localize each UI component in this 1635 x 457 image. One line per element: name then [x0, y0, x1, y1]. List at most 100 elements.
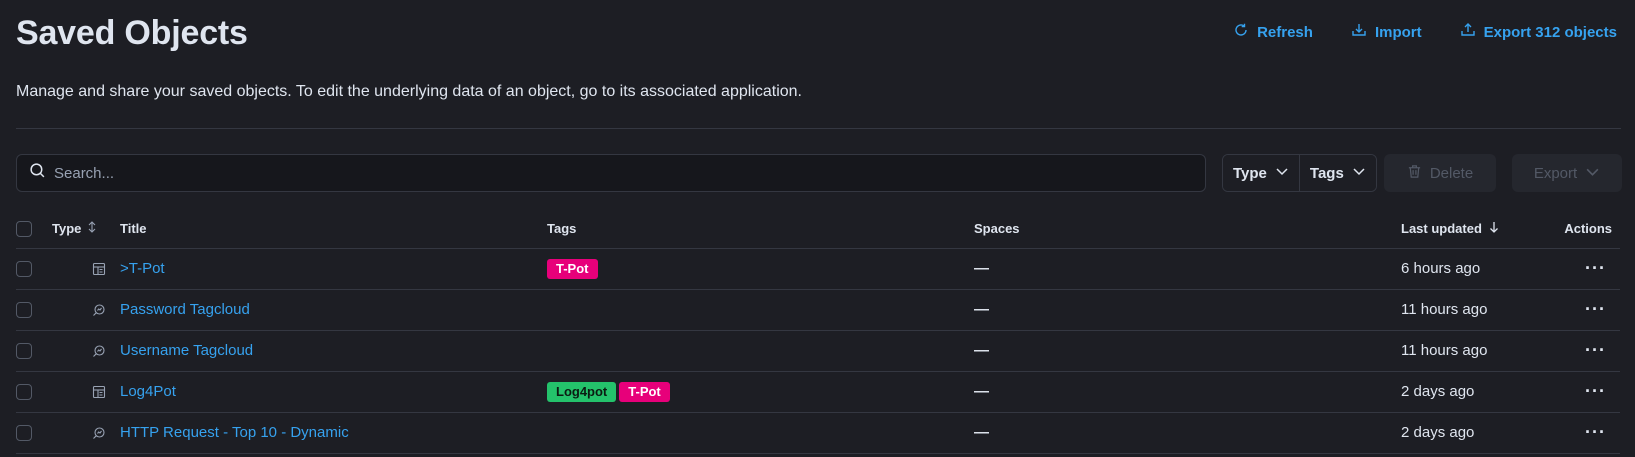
page-title: Saved Objects	[16, 14, 248, 52]
row-checkbox[interactable]	[16, 384, 32, 401]
trash-icon	[1407, 164, 1422, 183]
saved-objects-table: Type Title Tags Spaces Last updated Acti…	[16, 210, 1620, 454]
export-all-label: Export 312 objects	[1483, 23, 1617, 41]
row-checkbox[interactable]	[16, 302, 32, 319]
filter-group: Type Tags	[1222, 154, 1377, 192]
select-all-cell	[16, 210, 52, 249]
row-title-cell: >T-Pot	[120, 248, 547, 290]
search-icon	[29, 162, 46, 184]
row-spaces-cell: —	[974, 330, 1401, 372]
table-row: HTTP Request - Top 10 - Dynamic — 2 days…	[16, 412, 1620, 454]
row-select-cell	[16, 289, 52, 331]
spaces-column-header: Spaces	[974, 210, 1401, 249]
export-selected-label: Export	[1533, 164, 1578, 182]
export-icon	[1460, 22, 1476, 42]
search-input[interactable]	[54, 164, 1205, 182]
select-all-checkbox[interactable]	[16, 221, 32, 238]
type-filter-button[interactable]: Type	[1223, 155, 1299, 191]
dashboard-icon	[92, 262, 120, 276]
last-updated-value: 2 days ago	[1401, 424, 1475, 441]
tag-badge[interactable]: T-Pot	[619, 381, 670, 402]
more-actions-icon[interactable]: ···	[1585, 258, 1606, 278]
spaces-value: —	[974, 383, 989, 400]
refresh-icon	[1233, 22, 1249, 42]
row-updated-cell: 11 hours ago	[1401, 330, 1543, 372]
row-checkbox[interactable]	[16, 425, 32, 442]
object-title-link[interactable]: Password Tagcloud	[120, 301, 250, 318]
row-title-cell: Password Tagcloud	[120, 289, 547, 331]
row-tags-cell	[547, 289, 974, 331]
chevron-down-icon	[1585, 164, 1600, 183]
import-icon	[1351, 22, 1367, 42]
row-checkbox[interactable]	[16, 261, 32, 278]
table-row: >T-Pot T-Pot — 6 hours ago ···	[16, 248, 1620, 290]
row-actions-cell: ···	[1543, 248, 1620, 290]
row-select-cell	[16, 248, 52, 290]
visualization-icon	[92, 426, 120, 440]
type-filter-label: Type	[1233, 164, 1267, 182]
row-checkbox[interactable]	[16, 343, 32, 360]
dashboard-icon	[92, 385, 120, 399]
more-actions-icon[interactable]: ···	[1585, 422, 1606, 442]
search-box[interactable]	[16, 154, 1206, 192]
last-updated-column-header[interactable]: Last updated	[1401, 210, 1543, 249]
row-actions-cell: ···	[1543, 289, 1620, 331]
table-row: Password Tagcloud — 11 hours ago ···	[16, 289, 1620, 331]
title-column-header[interactable]: Title	[120, 210, 547, 249]
last-updated-value: 6 hours ago	[1401, 260, 1481, 277]
row-updated-cell: 2 days ago	[1401, 412, 1543, 454]
type-column-header[interactable]: Type	[52, 210, 120, 249]
object-title-link[interactable]: Log4Pot	[120, 383, 176, 400]
row-tags-cell	[547, 330, 974, 372]
row-type-cell	[52, 248, 120, 290]
chevron-down-icon	[1352, 164, 1366, 182]
more-actions-icon[interactable]: ···	[1585, 381, 1606, 401]
row-type-cell	[52, 412, 120, 454]
arrow-down-icon	[1488, 221, 1500, 236]
row-updated-cell: 6 hours ago	[1401, 248, 1543, 290]
row-title-cell: HTTP Request - Top 10 - Dynamic	[120, 412, 547, 454]
export-selected-button[interactable]: Export	[1512, 154, 1622, 192]
row-spaces-cell: —	[974, 248, 1401, 290]
row-title-cell: Username Tagcloud	[120, 330, 547, 372]
row-select-cell	[16, 371, 52, 413]
row-actions-cell: ···	[1543, 330, 1620, 372]
row-spaces-cell: —	[974, 412, 1401, 454]
import-button[interactable]: Import	[1351, 22, 1422, 42]
spaces-value: —	[974, 301, 989, 318]
last-updated-value: 11 hours ago	[1401, 342, 1488, 359]
spaces-value: —	[974, 260, 989, 277]
more-actions-icon[interactable]: ···	[1585, 340, 1606, 360]
row-type-cell	[52, 289, 120, 331]
object-title-link[interactable]: >T-Pot	[120, 260, 165, 277]
type-column-label: Type	[52, 221, 82, 237]
header-divider	[16, 128, 1621, 129]
visualization-icon	[92, 344, 120, 358]
last-updated-value: 11 hours ago	[1401, 301, 1488, 318]
tags-filter-label: Tags	[1309, 164, 1344, 182]
refresh-label: Refresh	[1257, 23, 1313, 41]
row-spaces-cell: —	[974, 371, 1401, 413]
row-title-cell: Log4Pot	[120, 371, 547, 413]
row-tags-cell: Log4pot T-Pot	[547, 371, 974, 413]
row-actions-cell: ···	[1543, 412, 1620, 454]
actions-column-header: Actions	[1543, 210, 1620, 249]
row-tags-cell	[547, 412, 974, 454]
table-row: Username Tagcloud — 11 hours ago ···	[16, 330, 1620, 372]
row-spaces-cell: —	[974, 289, 1401, 331]
refresh-button[interactable]: Refresh	[1233, 22, 1313, 42]
tags-filter-button[interactable]: Tags	[1298, 155, 1376, 191]
export-all-button[interactable]: Export 312 objects	[1460, 22, 1617, 42]
row-updated-cell: 2 days ago	[1401, 371, 1543, 413]
more-actions-icon[interactable]: ···	[1585, 299, 1606, 319]
row-type-cell	[52, 330, 120, 372]
row-actions-cell: ···	[1543, 371, 1620, 413]
object-title-link[interactable]: Username Tagcloud	[120, 342, 253, 359]
tag-badge[interactable]: Log4pot	[547, 381, 617, 402]
sort-icon	[86, 221, 98, 236]
tag-badge[interactable]: T-Pot	[547, 258, 598, 279]
row-select-cell	[16, 412, 52, 454]
tags-column-header: Tags	[547, 210, 974, 249]
delete-button[interactable]: Delete	[1384, 154, 1496, 192]
object-title-link[interactable]: HTTP Request - Top 10 - Dynamic	[120, 424, 349, 441]
